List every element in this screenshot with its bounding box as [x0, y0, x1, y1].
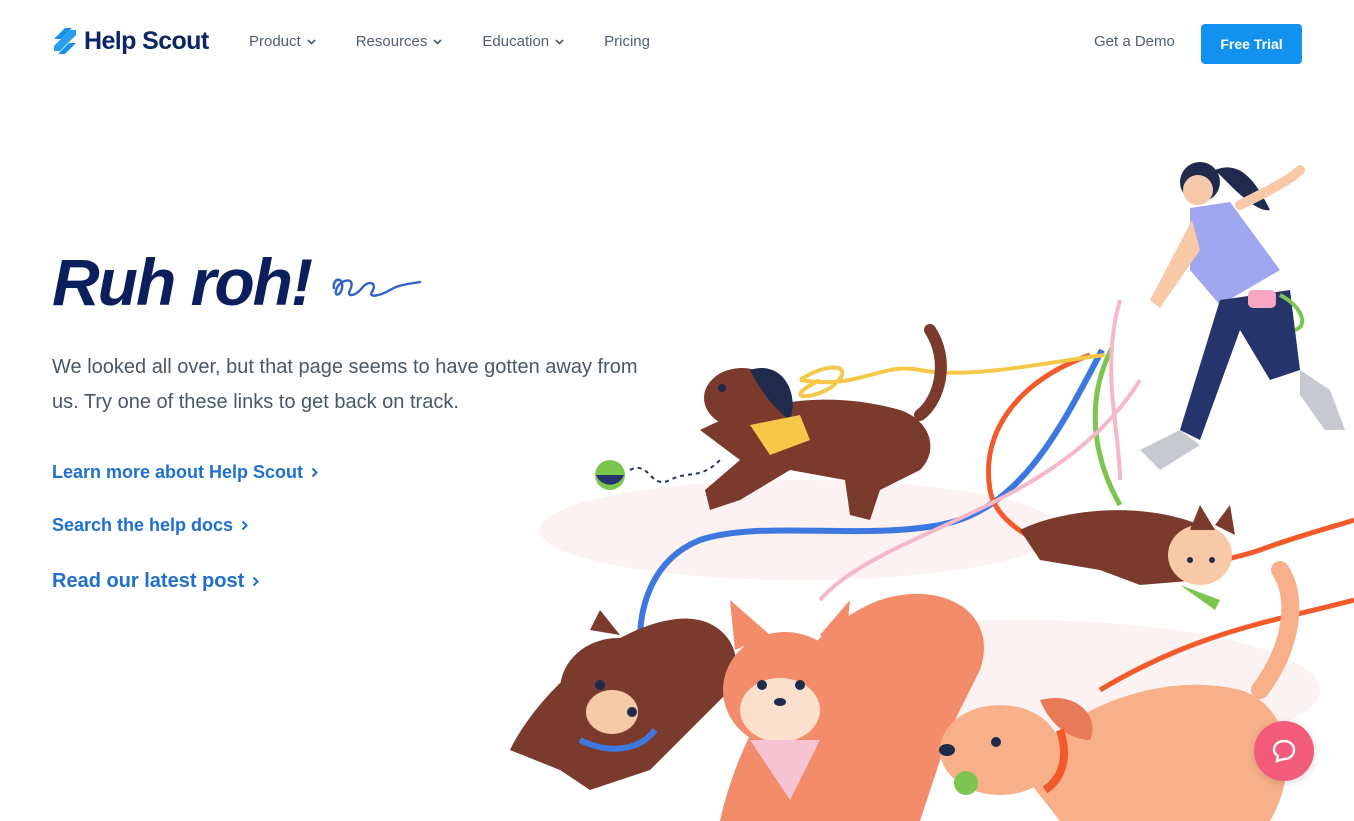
- chevron-down-icon: [433, 38, 443, 45]
- squiggle-decoration-icon: [332, 278, 422, 297]
- help-scout-mark-icon: [54, 28, 76, 54]
- latest-post-link[interactable]: Read our latest post: [52, 570, 260, 593]
- link-label: Search the help docs: [52, 515, 234, 535]
- link-label: Read our latest post: [52, 570, 245, 592]
- nav-item-education[interactable]: Education: [482, 33, 564, 50]
- nav-item-label: Product: [249, 33, 301, 50]
- nav-item-label: Resources: [355, 33, 428, 50]
- main-nav: Product Resources Education Pricing: [249, 33, 650, 50]
- chevron-right-icon: [311, 467, 318, 478]
- logo[interactable]: Help Scout: [52, 26, 209, 56]
- chevron-down-icon: [307, 38, 316, 45]
- search-help-docs-link[interactable]: Search the help docs: [52, 515, 248, 536]
- chevron-down-icon: [555, 38, 564, 45]
- logo-text: Help Scout: [84, 26, 209, 55]
- nav-item-resources[interactable]: Resources: [356, 33, 443, 50]
- nav-item-pricing[interactable]: Pricing: [604, 33, 650, 50]
- page-title: Ruh roh!: [52, 245, 313, 319]
- learn-more-link[interactable]: Learn more about Help Scout: [52, 462, 318, 483]
- chat-button[interactable]: [1254, 721, 1314, 781]
- nav-item-product[interactable]: Product: [249, 33, 316, 50]
- free-trial-button[interactable]: Free Trial: [1201, 24, 1302, 64]
- site-header: Help Scout Product Resources Education P…: [0, 0, 1354, 88]
- chevron-right-icon: [241, 520, 248, 531]
- dog-walker-illustration-icon: [510, 162, 1354, 821]
- chat-bubble-icon: [1272, 739, 1296, 763]
- nav-item-label: Pricing: [604, 33, 650, 50]
- nav-item-label: Education: [482, 33, 550, 50]
- get-a-demo-link[interactable]: Get a Demo: [1094, 33, 1175, 50]
- chevron-right-icon: [253, 576, 260, 587]
- link-label: Learn more about Help Scout: [52, 462, 304, 482]
